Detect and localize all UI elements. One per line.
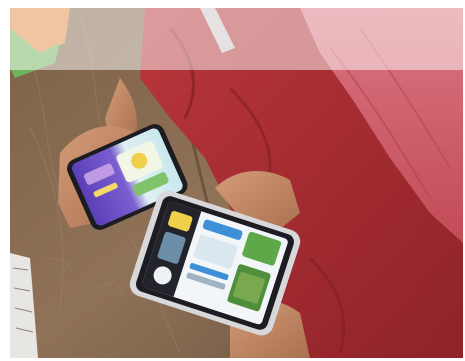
photo [10, 8, 463, 358]
